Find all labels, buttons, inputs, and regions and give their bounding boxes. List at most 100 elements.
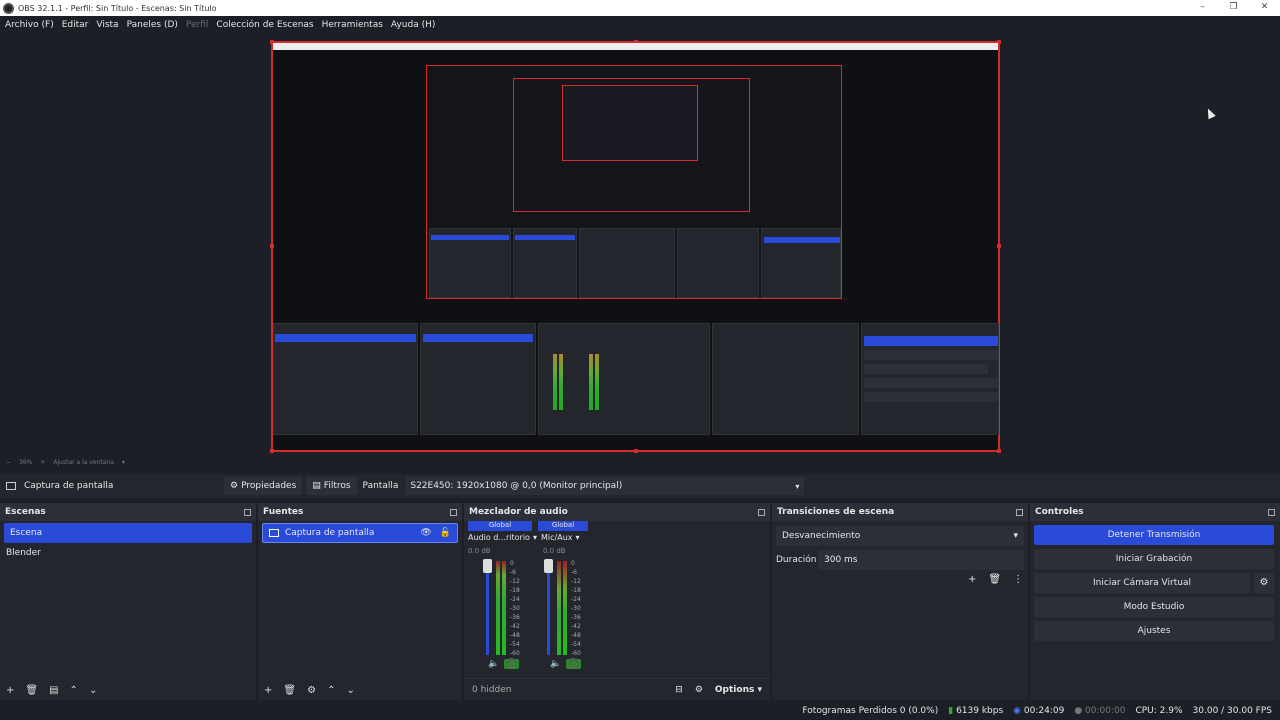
undock-icon[interactable] [244, 508, 251, 516]
screen-select[interactable]: S22E450: 1920x1080 @ 0,0 (Monitor princi… [406, 477, 805, 495]
undock-icon[interactable] [1016, 508, 1023, 516]
add-icon[interactable]: + [6, 685, 14, 696]
properties-button[interactable]: ⚙ Propiedades [224, 477, 303, 495]
start-virtual-camera-label: Iniciar Cámara Virtual [1093, 578, 1191, 588]
resize-handle[interactable] [997, 449, 1001, 453]
arrow-down-icon[interactable]: ⌄ [346, 685, 354, 696]
start-virtual-camera-button[interactable]: Iniciar Cámara Virtual [1034, 573, 1250, 593]
nested-meter [589, 354, 593, 410]
gear-icon[interactable]: ⚙ [307, 685, 316, 696]
undock-icon[interactable] [450, 508, 457, 516]
volume-slider-handle[interactable] [483, 559, 492, 573]
studio-mode-button[interactable]: Modo Estudio [1034, 597, 1274, 617]
layout-icon[interactable]: ⊟ [675, 685, 683, 695]
menu-coleccion-escenas[interactable]: Colección de Escenas [216, 20, 313, 30]
zoom-out-button[interactable]: − [6, 459, 11, 466]
meter-tick: -12 [510, 578, 520, 585]
fit-to-window-select[interactable]: Ajustar a la ventana [53, 459, 114, 466]
arrow-up-icon[interactable]: ⌃ [70, 685, 78, 696]
scene-item[interactable]: Escena [4, 523, 252, 543]
chevron-down-icon[interactable]: ▾ [533, 533, 537, 542]
channel-db: 0.0 dB [468, 547, 491, 555]
sources-dock: Fuentes Captura de pantalla 👁 🔓 + 🗑 ⚙ ⌃ … [258, 503, 462, 700]
filter-icon[interactable]: ▤ [49, 685, 58, 696]
volume-slider-handle[interactable] [544, 559, 553, 573]
screen-select-value: S22E450: 1920x1080 @ 0,0 (Monitor princi… [410, 481, 623, 491]
volume-slider[interactable] [547, 559, 550, 655]
scene-item-label: Blender [6, 548, 41, 558]
options-label: Options [714, 684, 755, 695]
transition-select-value: Desvanecimiento [782, 531, 861, 541]
eye-icon[interactable]: 👁 [420, 528, 431, 538]
dropped-frames: Fotogramas Perdidos 0 (0.0%) [802, 706, 939, 716]
add-icon[interactable]: + [968, 574, 976, 585]
stream-icon: ◉ [1013, 706, 1022, 716]
gear-icon[interactable]: ⚙ [695, 685, 703, 695]
transition-select[interactable]: Desvanecimiento ▾ [776, 526, 1024, 546]
speaker-icon[interactable]: 🔈 [550, 659, 561, 669]
nested-scene-escena [275, 334, 416, 342]
maximize-button[interactable]: ❐ [1218, 0, 1249, 16]
chevron-down-icon[interactable]: ▾ [122, 459, 125, 466]
trash-icon[interactable]: 🗑 [988, 574, 1001, 585]
meter-tick: -60 [571, 650, 581, 657]
mixer-footer: 0 hidden ⊟ ⚙ Options ▾ [464, 678, 770, 700]
minimize-button[interactable]: – [1187, 0, 1218, 16]
meter-tick: -54 [510, 641, 520, 648]
settings-button[interactable]: Ajustes [1034, 621, 1274, 641]
resize-handle[interactable] [270, 449, 274, 453]
add-icon[interactable]: + [264, 685, 272, 696]
scenes-title: Escenas [5, 507, 46, 517]
more-icon[interactable]: ⋮ [1013, 574, 1023, 585]
chevron-down-icon: ▾ [1013, 531, 1018, 541]
virtual-camera-gear-icon[interactable]: ⚙ [1254, 573, 1274, 593]
resize-handle[interactable] [997, 244, 1001, 248]
headphones-icon[interactable]: 🎧 [504, 659, 520, 669]
close-button[interactable]: ✕ [1249, 0, 1280, 16]
filters-button[interactable]: ▤ Filtros [306, 477, 357, 495]
chevron-down-icon[interactable]: ▾ [576, 533, 580, 542]
channel-controls: 🔈 🎧 [550, 659, 582, 669]
volume-slider[interactable] [486, 559, 489, 655]
menu-paneles[interactable]: Paneles (D) [127, 20, 178, 30]
undock-icon[interactable] [1268, 508, 1275, 516]
menu-editar[interactable]: Editar [62, 20, 89, 30]
menu-vista[interactable]: Vista [96, 20, 118, 30]
screen-capture-preview[interactable] [270, 40, 1001, 453]
nested-source-capture [423, 334, 533, 342]
channel-name[interactable]: Mic/Aux [541, 533, 573, 542]
nested-preview-3 [562, 85, 698, 161]
zoom-in-button[interactable]: + [40, 459, 45, 466]
trash-icon[interactable]: 🗑 [283, 685, 296, 696]
hidden-count[interactable]: 0 hidden [472, 685, 511, 695]
start-recording-button[interactable]: Iniciar Grabación [1034, 549, 1274, 569]
nested-controls-dock [761, 228, 841, 298]
mixer-title: Mezclador de audio [469, 507, 568, 517]
preview-canvas[interactable] [0, 34, 1280, 455]
scene-item[interactable]: Blender [0, 543, 256, 563]
menu-herramientas[interactable]: Herramientas [322, 20, 383, 30]
lock-icon[interactable]: 🔓 [440, 528, 451, 538]
arrow-up-icon[interactable]: ⌃ [327, 685, 335, 696]
headphones-icon[interactable]: 🎧 [566, 659, 582, 669]
nested-meter [559, 354, 563, 410]
resize-handle[interactable] [270, 244, 274, 248]
speaker-icon[interactable]: 🔈 [488, 659, 499, 669]
cpu-usage: CPU: 2.9% [1135, 706, 1183, 716]
undock-icon[interactable] [758, 508, 765, 516]
menu-archivo[interactable]: Archivo (F) [5, 20, 54, 30]
menu-ayuda[interactable]: Ayuda (H) [391, 20, 435, 30]
channel-name[interactable]: Audio d...ritorio [468, 533, 530, 542]
screen-label: Pantalla [362, 481, 399, 491]
source-item[interactable]: Captura de pantalla 👁 🔓 [262, 523, 458, 543]
arrow-down-icon[interactable]: ⌄ [89, 685, 97, 696]
stop-streaming-button[interactable]: Detener Transmisión [1034, 525, 1274, 545]
nested-controls-panel [861, 323, 999, 435]
nested-studio-button [864, 378, 998, 388]
trash-icon[interactable]: 🗑 [25, 685, 38, 696]
duration-input[interactable]: 300 ms [818, 550, 1024, 570]
meter-tick: -18 [571, 587, 581, 594]
resize-handle[interactable] [634, 449, 638, 453]
menu-perfil[interactable]: Perfil [186, 20, 209, 30]
options-button[interactable]: Options ▾ [715, 685, 762, 695]
